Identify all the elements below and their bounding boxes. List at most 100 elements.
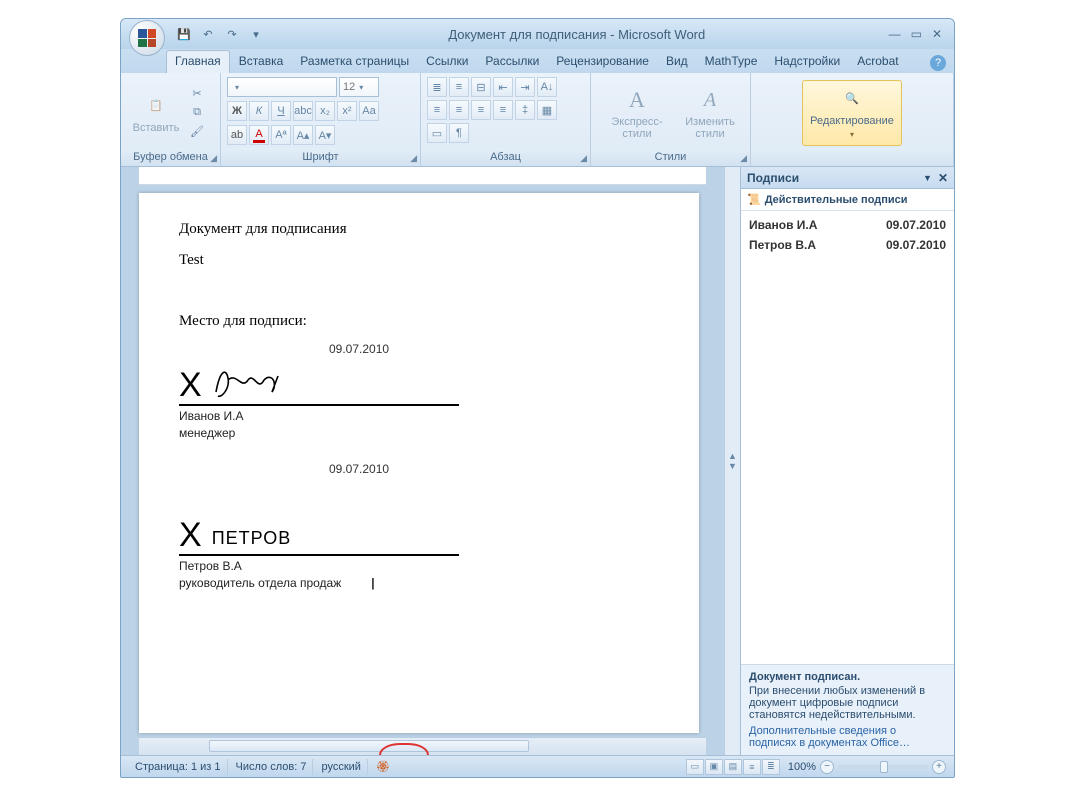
sigrow-name: Иванов И.А xyxy=(749,218,817,232)
group-paragraph: ≣ ≡ ⊟ ⇤ ⇥ A↓ ≡ ≡ ≡ ≡ ‡ ▦ ▭ ¶ xyxy=(421,73,591,166)
underline-button[interactable]: Ч xyxy=(271,101,291,121)
font-dialog-launcher[interactable]: ◢ xyxy=(410,153,417,164)
ruler[interactable] xyxy=(139,167,706,185)
tab-mailings[interactable]: Рассылки xyxy=(477,51,547,73)
sigpane-more-link[interactable]: Дополнительные сведения о подписях в док… xyxy=(749,725,946,749)
status-bar: Страница: 1 из 1 Число слов: 7 русский 🏵… xyxy=(121,755,954,777)
office-button[interactable] xyxy=(129,20,165,56)
zoom-value[interactable]: 100% xyxy=(788,761,816,773)
status-word-count[interactable]: Число слов: 7 xyxy=(230,759,314,775)
numbering-button[interactable]: ≡ xyxy=(449,77,469,97)
full-screen-view[interactable]: ▣ xyxy=(705,759,723,775)
styles-dialog-launcher[interactable]: ◢ xyxy=(740,153,747,164)
status-page[interactable]: Страница: 1 из 1 xyxy=(129,759,228,775)
highlight-button[interactable]: ab xyxy=(227,125,247,145)
signature-badge-icon[interactable]: 🏵 xyxy=(376,760,390,774)
sig2-printed: ПЕТРОВ xyxy=(212,528,292,552)
tab-acrobat[interactable]: Acrobat xyxy=(849,51,906,73)
show-marks-button[interactable]: ¶ xyxy=(449,123,469,143)
horizontal-scrollbar[interactable] xyxy=(139,737,706,755)
strike-button[interactable]: abc xyxy=(293,101,313,121)
web-layout-view[interactable]: ▤ xyxy=(724,759,742,775)
grow-font-button[interactable]: A▴ xyxy=(293,125,313,145)
doc-heading: Документ для подписания xyxy=(179,221,661,238)
change-styles-button[interactable]: A Изменить стили xyxy=(681,80,739,146)
draft-view[interactable]: ≣ xyxy=(762,759,780,775)
sig1-x-mark: X xyxy=(179,368,202,402)
save-icon[interactable]: 💾 xyxy=(175,25,193,43)
qat-dropdown-icon[interactable]: ▾ xyxy=(247,25,265,43)
line-spacing-button[interactable]: ‡ xyxy=(515,100,535,120)
signature-row[interactable]: Петров В.А 09.07.2010 xyxy=(749,235,946,255)
tab-insert[interactable]: Вставка xyxy=(231,51,292,73)
zoom-out-button[interactable]: − xyxy=(820,760,834,774)
sigrow-date: 09.07.2010 xyxy=(886,238,946,252)
undo-icon[interactable]: ↶ xyxy=(199,25,217,43)
help-icon[interactable]: ? xyxy=(930,55,946,71)
clear-format-button[interactable]: Aª xyxy=(271,125,291,145)
superscript-button[interactable]: x² xyxy=(337,101,357,121)
sig2-x-mark: X xyxy=(179,518,202,552)
font-size-combo[interactable]: 12▾ xyxy=(339,77,379,97)
doc-body-line: Test xyxy=(179,252,661,269)
subscript-button[interactable]: x₂ xyxy=(315,101,335,121)
signature-block-1[interactable]: 09.07.2010 X Иванов И.А менеджер xyxy=(179,342,459,440)
ribbon: 📋 Вставить ✂ ⧉ 🖌 Буфер обмена◢ ▾ 12▾ Ж xyxy=(121,73,954,167)
increase-indent-button[interactable]: ⇥ xyxy=(515,77,535,97)
print-layout-view[interactable]: ▭ xyxy=(686,759,704,775)
font-color-button[interactable]: A xyxy=(249,125,269,145)
sigrow-date: 09.07.2010 xyxy=(886,218,946,232)
paragraph-dialog-launcher[interactable]: ◢ xyxy=(580,153,587,164)
signature-block-2[interactable]: 09.07.2010 X ПЕТРОВ Петров В.А руководит… xyxy=(179,462,459,590)
sig1-role: менеджер xyxy=(179,426,459,440)
align-right-button[interactable]: ≡ xyxy=(471,100,491,120)
close-button[interactable]: ✕ xyxy=(932,27,942,41)
align-center-button[interactable]: ≡ xyxy=(449,100,469,120)
document-page[interactable]: Документ для подписания Test Место для п… xyxy=(139,193,699,733)
zoom-in-button[interactable]: + xyxy=(932,760,946,774)
office-logo-icon xyxy=(138,29,156,47)
sort-button[interactable]: A↓ xyxy=(537,77,557,97)
redo-icon[interactable]: ↷ xyxy=(223,25,241,43)
find-icon: 🔍 xyxy=(838,85,866,113)
format-painter-icon[interactable]: 🖌 xyxy=(189,124,205,140)
maximize-button[interactable]: ▭ xyxy=(911,27,922,41)
editing-button[interactable]: 🔍 Редактирование▾ xyxy=(802,80,902,146)
tab-references[interactable]: Ссылки xyxy=(418,51,476,73)
clipboard-dialog-launcher[interactable]: ◢ xyxy=(210,153,217,164)
vertical-scrollbar[interactable]: ▲▼ xyxy=(724,167,740,755)
tab-layout[interactable]: Разметка страницы xyxy=(292,51,417,73)
tab-view[interactable]: Вид xyxy=(658,51,696,73)
sigpane-dropdown-icon[interactable]: ▼ xyxy=(923,173,932,183)
justify-button[interactable]: ≡ xyxy=(493,100,513,120)
tab-addins[interactable]: Надстройки xyxy=(766,51,848,73)
cut-icon[interactable]: ✂ xyxy=(189,86,205,102)
signature-row[interactable]: Иванов И.А 09.07.2010 xyxy=(749,215,946,235)
zoom-slider[interactable] xyxy=(838,765,928,769)
multilevel-button[interactable]: ⊟ xyxy=(471,77,491,97)
tab-mathtype[interactable]: MathType xyxy=(697,51,766,73)
shading-button[interactable]: ▦ xyxy=(537,100,557,120)
align-left-button[interactable]: ≡ xyxy=(427,100,447,120)
shrink-font-button[interactable]: A▾ xyxy=(315,125,335,145)
bullets-button[interactable]: ≣ xyxy=(427,77,447,97)
status-language[interactable]: русский xyxy=(315,759,367,775)
decrease-indent-button[interactable]: ⇤ xyxy=(493,77,513,97)
clipboard-icon: 📋 xyxy=(142,92,170,120)
italic-button[interactable]: К xyxy=(249,101,269,121)
copy-icon[interactable]: ⧉ xyxy=(189,105,205,121)
group-paragraph-label: Абзац xyxy=(490,151,521,163)
font-name-combo[interactable]: ▾ xyxy=(227,77,337,97)
sig1-date: 09.07.2010 xyxy=(179,342,459,356)
sigpane-close-icon[interactable]: ✕ xyxy=(938,171,948,185)
tab-home[interactable]: Главная xyxy=(166,50,230,73)
minimize-button[interactable]: — xyxy=(889,27,901,41)
change-case-button[interactable]: Aa xyxy=(359,101,379,121)
paste-button[interactable]: 📋 Вставить xyxy=(127,80,185,146)
outline-view[interactable]: ≡ xyxy=(743,759,761,775)
bold-button[interactable]: Ж xyxy=(227,101,247,121)
borders-button[interactable]: ▭ xyxy=(427,123,447,143)
sig2-date: 09.07.2010 xyxy=(179,462,459,476)
quick-styles-button[interactable]: A Экспресс-стили xyxy=(597,80,677,146)
tab-review[interactable]: Рецензирование xyxy=(548,51,657,73)
